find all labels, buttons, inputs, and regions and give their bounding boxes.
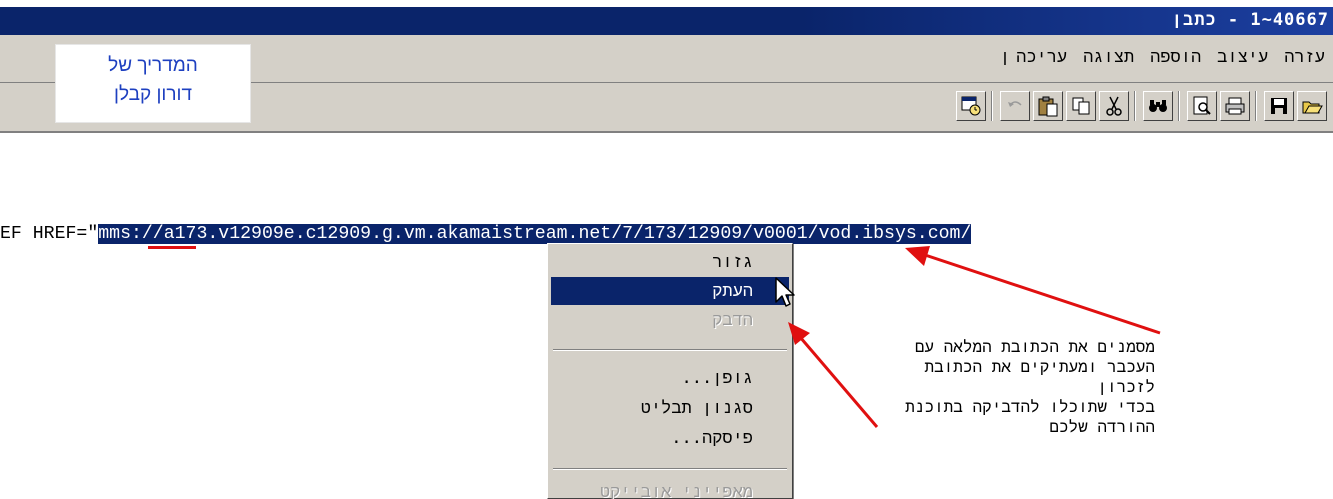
toolbar-separator [1255, 91, 1257, 121]
context-menu-copy[interactable]: העתק [551, 277, 789, 305]
copy-icon[interactable] [1066, 91, 1096, 121]
context-menu-bullet-style[interactable]: סגנון תבליט [551, 394, 789, 422]
selected-url[interactable]: mms://a173.v12909e.c12909.g.vm.akamaistr… [98, 224, 972, 244]
toolbar-separator [1134, 91, 1136, 121]
href-prefix: EF HREF=" [0, 224, 99, 244]
menu-items: ן עריכה תצוגה הוספה עיצוב עזרה [992, 47, 1333, 68]
window-title: 40667~1 - כתבן [1171, 10, 1329, 30]
context-menu: גזור העתק הדבק גופן... סגנון תבליט פיסקה… [547, 243, 793, 499]
toolbar-separator [991, 91, 993, 121]
print-icon[interactable] [1220, 91, 1250, 121]
context-menu-paste[interactable]: הדבק [551, 306, 789, 334]
mouse-cursor-icon [775, 277, 795, 307]
find-icon[interactable] [1143, 91, 1173, 121]
open-icon[interactable] [1297, 91, 1327, 121]
menu-help[interactable]: עזרה [1276, 47, 1333, 68]
instruction-annotation: מסמנים את הכתובת המלאה עם העכבר ומעתיקים… [905, 337, 1155, 436]
context-menu-paragraph[interactable]: פיסקה... [551, 424, 789, 452]
guide-line-1: המדריך של [108, 55, 198, 76]
date-time-icon[interactable] [956, 91, 986, 121]
menu-insert[interactable]: הוספה [1142, 47, 1209, 68]
context-menu-separator [553, 349, 787, 351]
context-menu-font[interactable]: גופן... [551, 364, 789, 392]
print-preview-icon[interactable] [1187, 91, 1217, 121]
guide-credit-box: המדריך של דורון קבלן [55, 44, 251, 123]
paste-icon[interactable] [1033, 91, 1063, 121]
menu-file[interactable]: ן [992, 47, 1018, 68]
save-icon[interactable] [1264, 91, 1294, 121]
context-menu-object-properties[interactable]: מאפייני אובייקט [551, 478, 789, 499]
cut-icon[interactable] [1099, 91, 1129, 121]
toolbar-separator [1178, 91, 1180, 121]
red-underline-mark [148, 246, 196, 249]
title-bar: 40667~1 - כתבן [0, 7, 1333, 35]
context-menu-cut[interactable]: גזור [551, 248, 789, 276]
undo-icon[interactable] [1000, 91, 1030, 121]
menu-view[interactable]: תצוגה [1075, 47, 1142, 68]
guide-line-2: דורון קבלן [114, 84, 192, 105]
menu-edit[interactable]: עריכה [1008, 47, 1075, 68]
context-menu-separator [553, 468, 787, 470]
href-line[interactable]: EF HREF="mms://a173.v12909e.c12909.g.vm.… [0, 221, 972, 247]
menu-format[interactable]: עיצוב [1209, 47, 1276, 68]
